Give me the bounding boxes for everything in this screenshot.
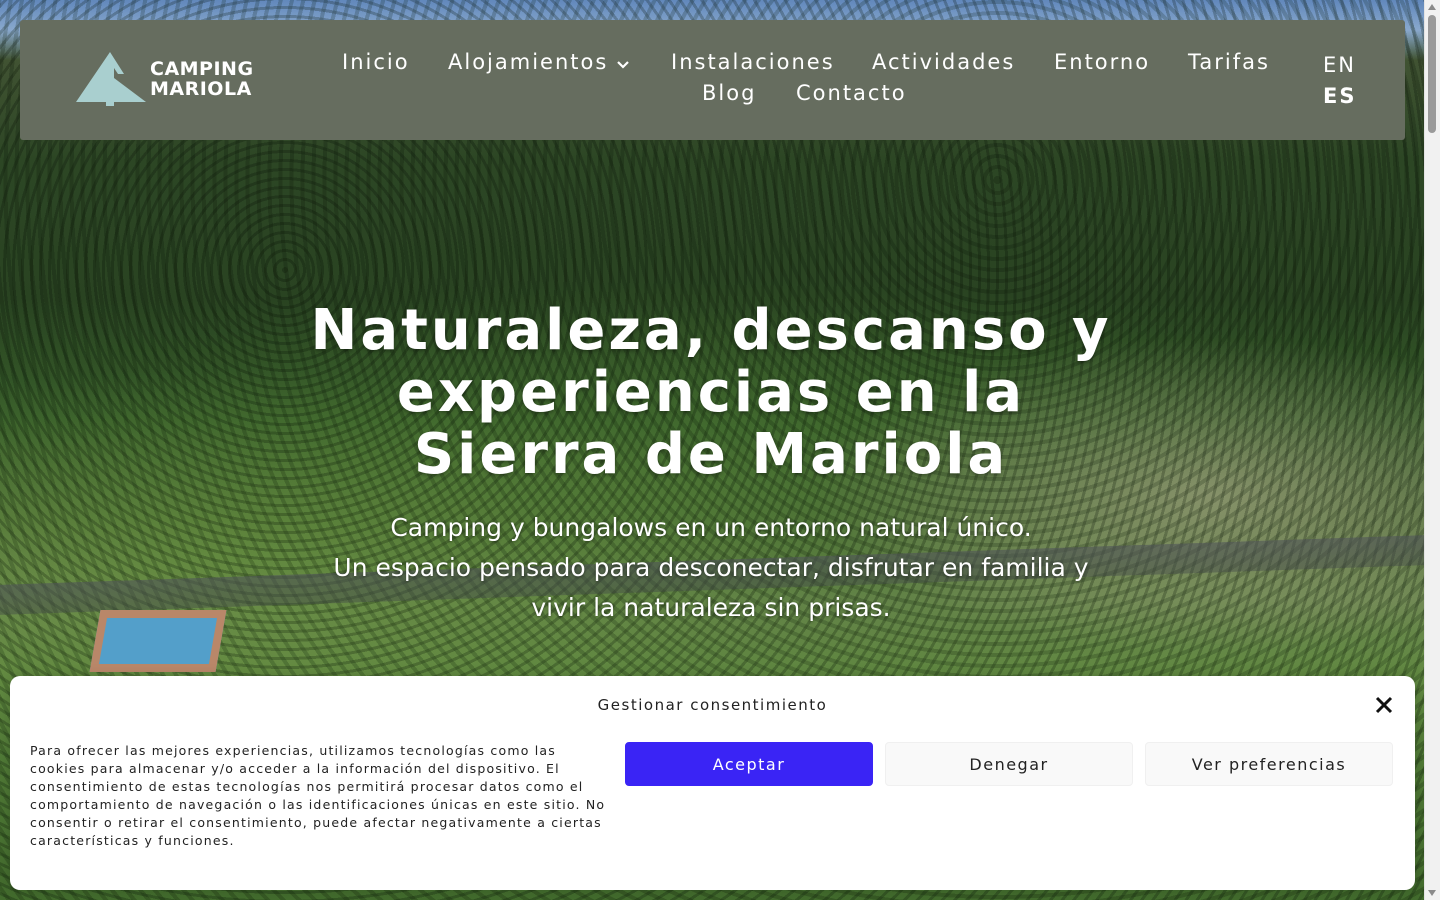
- logo-text: CAMPING MARIOLA: [150, 59, 254, 99]
- logo-line-2: MARIOLA: [150, 78, 252, 100]
- nav-item-entorno[interactable]: Entorno: [1054, 50, 1150, 74]
- hero-title-line-2: experiencias en la: [396, 360, 1026, 425]
- view-preferences-button[interactable]: Ver preferencias: [1145, 742, 1393, 786]
- language-switcher: EN ES: [1323, 50, 1356, 112]
- tent-mountain-logo-icon: [76, 52, 146, 106]
- nav-item-blog[interactable]: Blog: [702, 81, 756, 105]
- chevron-down-icon: [616, 51, 630, 75]
- deny-button[interactable]: Denegar: [885, 742, 1133, 786]
- nav-item-actividades[interactable]: Actividades: [872, 50, 1015, 74]
- site-logo[interactable]: CAMPING MARIOLA: [76, 52, 254, 106]
- scroll-down-arrow-icon[interactable]: [1428, 890, 1436, 896]
- scroll-up-arrow-icon[interactable]: [1428, 4, 1436, 10]
- hero-title: Naturaleza, descanso y experiencias en l…: [290, 300, 1132, 486]
- nav-item-alojamientos[interactable]: Alojamientos: [448, 50, 630, 75]
- nav-item-alojamientos-label: Alojamientos: [448, 50, 609, 74]
- nav-item-instalaciones[interactable]: Instalaciones: [671, 50, 835, 74]
- hero-subtitle-line-2: Un espacio pensado para desconectar, dis…: [333, 553, 1089, 582]
- consent-title: Gestionar consentimiento: [597, 696, 828, 714]
- lang-es[interactable]: ES: [1323, 81, 1356, 112]
- consent-text: Para ofrecer las mejores experiencias, u…: [30, 743, 606, 848]
- lang-en[interactable]: EN: [1323, 50, 1356, 81]
- hero-title-line-1: Naturaleza, descanso y: [310, 298, 1112, 363]
- hero-subtitle: Camping y bungalows en un entorno natura…: [290, 508, 1132, 628]
- accept-button[interactable]: Aceptar: [625, 742, 873, 786]
- cookie-consent-banner: Gestionar consentimiento Para ofrecer la…: [10, 676, 1415, 890]
- logo-line-1: CAMPING: [150, 58, 254, 80]
- nav-item-tarifas[interactable]: Tarifas: [1188, 50, 1270, 74]
- hero-subtitle-line-3: vivir la naturaleza sin prisas.: [531, 593, 891, 622]
- hero-title-line-3: Sierra de Mariola: [413, 422, 1009, 487]
- site-header: CAMPING MARIOLA Inicio Alojamientos Inst…: [20, 20, 1405, 140]
- scroll-thumb[interactable]: [1428, 15, 1436, 133]
- nav-item-inicio[interactable]: Inicio: [342, 50, 410, 74]
- page-scrollbar[interactable]: [1424, 0, 1440, 900]
- nav-item-contacto[interactable]: Contacto: [796, 81, 907, 105]
- hero-subtitle-line-1: Camping y bungalows en un entorno natura…: [390, 513, 1032, 542]
- close-icon[interactable]: [1373, 694, 1395, 716]
